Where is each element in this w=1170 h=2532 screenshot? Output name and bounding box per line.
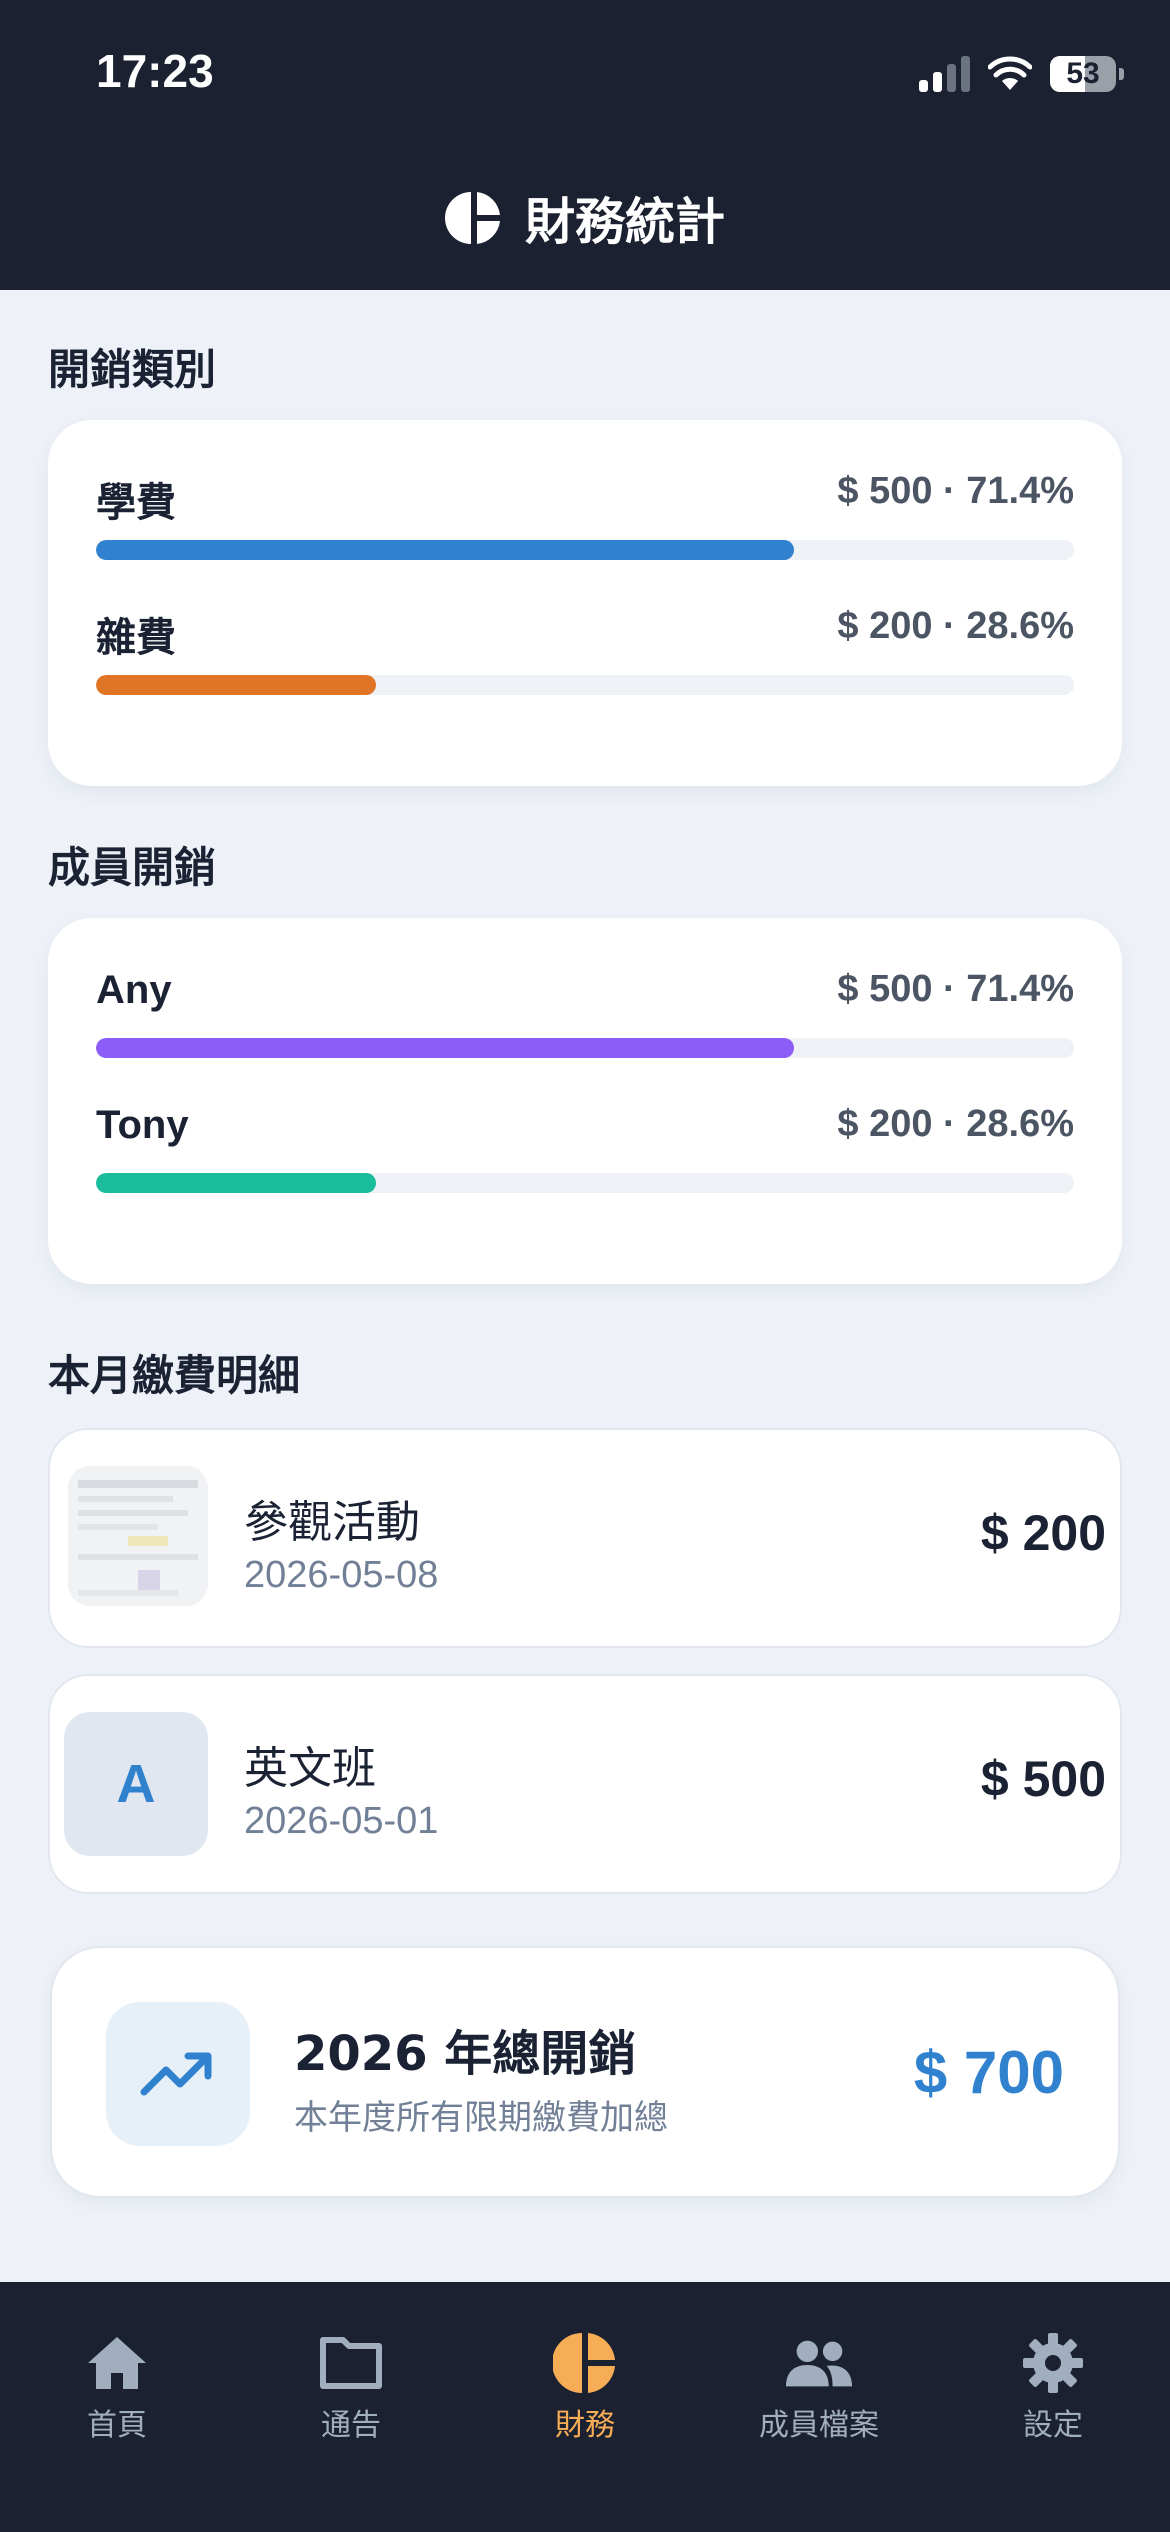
payment-item[interactable]: 參觀活動 2026-05-08 $ 200 (48, 1428, 1122, 1648)
member-value: $ 200 · 28.6% (837, 1103, 1074, 1145)
progress-track (96, 1173, 1074, 1193)
nav-item-members[interactable]: 成員檔案 (702, 2306, 936, 2443)
annual-total-card: 2026 年總開銷 本年度所有限期繳費加總 $ 700 (50, 1946, 1120, 2198)
nav-label: 通告 (321, 2408, 381, 2443)
nav-label: 首頁 (87, 2408, 147, 2443)
category-row: 學費 $ 500 · 71.4% (96, 470, 1074, 590)
payment-date: 2026-05-01 (244, 1800, 439, 1842)
trending-up-icon (106, 2002, 250, 2146)
receipt-thumbnail[interactable] (68, 1466, 208, 1606)
payment-date: 2026-05-08 (244, 1554, 439, 1596)
member-value: $ 500 · 71.4% (837, 968, 1074, 1010)
pie-chart-icon (445, 192, 500, 244)
people-icon (784, 2328, 854, 2398)
nav-label: 成員檔案 (759, 2408, 879, 2443)
payment-name: 英文班 (244, 1743, 376, 1794)
progress-fill (96, 1038, 795, 1058)
status-time: 17:23 (96, 45, 214, 97)
page-title: 財務統計 (525, 193, 725, 251)
wifi-icon (988, 56, 1032, 90)
nav-label: 財務 (555, 2408, 615, 2443)
category-value: $ 200 · 28.6% (837, 605, 1074, 647)
category-label: 學費 (96, 481, 176, 525)
category-label: 雜費 (96, 616, 176, 660)
battery-icon: 53 (1050, 56, 1124, 92)
payment-item[interactable]: A 英文班 2026-05-01 $ 500 (48, 1674, 1122, 1894)
nav-label: 設定 (1023, 2408, 1083, 2443)
gear-icon (1018, 2328, 1088, 2398)
payments-section-title: 本月繳費明細 (48, 1351, 301, 1400)
category-card: 學費 $ 500 · 71.4% 雜費 $ 200 · 28.6% (48, 420, 1122, 786)
member-section-title: 成員開銷 (48, 843, 217, 892)
bottom-nav: 首頁 通告 財務 成員檔案 設定 (0, 2282, 1170, 2532)
progress-track (96, 540, 1074, 560)
member-label: Any (96, 968, 172, 1012)
folder-icon (316, 2328, 386, 2398)
avatar: A (64, 1712, 208, 1856)
payment-amount: $ 500 (980, 1751, 1106, 1807)
member-row: Any $ 500 · 71.4% (96, 968, 1074, 1088)
nav-item-finance[interactable]: 財務 (468, 2306, 702, 2443)
member-row: Tony $ 200 · 28.6% (96, 1103, 1074, 1223)
home-icon (82, 2328, 152, 2398)
category-value: $ 500 · 71.4% (837, 470, 1074, 512)
payment-amount: $ 200 (980, 1505, 1106, 1561)
top-bar: 17:23 53 財務統計 (0, 0, 1170, 290)
progress-track (96, 675, 1074, 695)
member-card: Any $ 500 · 71.4% Tony $ 200 · 28.6% (48, 918, 1122, 1284)
progress-track (96, 1038, 1074, 1058)
nav-item-settings[interactable]: 設定 (936, 2306, 1170, 2443)
payment-name: 參觀活動 (244, 1497, 420, 1548)
total-title: 2026 年總開銷 (294, 2026, 637, 2082)
status-icons: 53 (919, 50, 1124, 98)
category-section-title: 開銷類別 (48, 345, 217, 394)
signal-icon (919, 56, 970, 92)
progress-fill (96, 540, 795, 560)
nav-item-home[interactable]: 首頁 (0, 2306, 234, 2443)
battery-level: 53 (1066, 57, 1100, 90)
member-label: Tony (96, 1103, 189, 1147)
header: 財務統計 (0, 182, 1170, 254)
pie-chart-icon (550, 2328, 620, 2398)
category-row: 雜費 $ 200 · 28.6% (96, 605, 1074, 725)
progress-fill (96, 1173, 376, 1193)
nav-item-notices[interactable]: 通告 (234, 2306, 468, 2443)
total-amount: $ 700 (913, 2039, 1064, 2106)
progress-fill (96, 675, 376, 695)
total-subtitle: 本年度所有限期繳費加總 (294, 2098, 668, 2138)
